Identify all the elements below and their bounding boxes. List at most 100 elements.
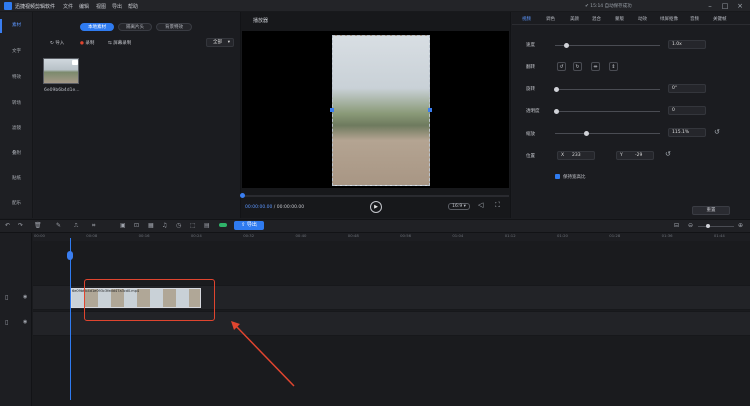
aspect-ratio-select[interactable]: 16:9 ▾ xyxy=(448,203,470,210)
mosaic-icon[interactable]: ▦ xyxy=(148,222,154,229)
tab-mask[interactable]: 蒙版 xyxy=(615,16,624,22)
chevron-down-icon: ▾ xyxy=(227,40,230,45)
speed-input[interactable]: 1.0x xyxy=(668,40,706,49)
position-x-input[interactable]: X 233 xyxy=(557,151,595,160)
undo-icon[interactable]: ↶ xyxy=(5,222,10,229)
opacity-knob[interactable] xyxy=(554,109,559,114)
speed-icon[interactable]: ⊡ xyxy=(134,222,139,229)
scale-input[interactable]: 115.1% xyxy=(668,128,706,137)
track-visible-icon[interactable]: ◉ xyxy=(23,294,27,300)
speed-knob[interactable] xyxy=(564,43,569,48)
flip-horizontal-icon[interactable]: ⇹ xyxy=(591,62,600,71)
opacity-input[interactable]: 0 xyxy=(668,106,706,115)
screen-record-button[interactable]: ⇆ 屏幕录制 xyxy=(108,40,131,46)
position-y-input[interactable]: Y -29 xyxy=(616,151,654,160)
nav-overlay[interactable]: 叠附 xyxy=(0,150,33,156)
nav-filter[interactable]: 滤镜 xyxy=(0,125,33,131)
zoom-in-icon[interactable]: ⊕ xyxy=(738,222,743,229)
maximize-icon[interactable]: □ xyxy=(720,1,730,11)
tab-background[interactable]: 背景特效 xyxy=(156,23,192,31)
tab-keyframe[interactable]: 关键帧 xyxy=(713,16,727,22)
flip-vertical-icon[interactable]: ⇕ xyxy=(609,62,618,71)
filter-select[interactable]: 全部 ▾ xyxy=(206,38,234,47)
track-lock-icon-2[interactable]: ▯ xyxy=(5,319,8,326)
rotate-knob[interactable] xyxy=(554,87,559,92)
media-panel: 本地素材 隔离片头 背景特效 ↻ 导入 ● 录制 ⇆ 屏幕录制 全部 ▾ xyxy=(34,12,240,218)
ruler-tick: 00:40 xyxy=(295,233,307,238)
edit-icon[interactable]: ✎ xyxy=(56,222,61,229)
rotate-input[interactable]: 0° xyxy=(668,84,706,93)
tab-local-material[interactable]: 本地素材 xyxy=(80,23,114,31)
tab-video[interactable]: 视频 xyxy=(522,16,531,22)
minimize-icon[interactable]: – xyxy=(705,1,715,11)
fit-icon[interactable]: ⊟ xyxy=(674,222,679,229)
nav-text[interactable]: 文字 xyxy=(0,48,33,54)
speed-slider[interactable] xyxy=(555,45,660,46)
photo-icon[interactable]: ▤ xyxy=(204,222,210,229)
reset-scale-icon[interactable]: ↺ xyxy=(714,128,720,136)
crop-icon[interactable]: ⌗ xyxy=(92,222,95,230)
resize-handle-left[interactable] xyxy=(330,108,334,112)
preview-video-frame[interactable] xyxy=(332,35,430,186)
tab-audio[interactable]: 音频 xyxy=(690,16,699,22)
nav-music[interactable]: 配乐 xyxy=(0,200,33,206)
menu-help[interactable]: 帮助 xyxy=(128,3,138,10)
autosave-status: ✔ 15:14 自动保存成功 xyxy=(585,4,632,9)
ruler-tick: 00:56 xyxy=(400,233,412,238)
fullscreen-icon[interactable]: ⛶ xyxy=(495,201,500,210)
scale-knob[interactable] xyxy=(584,131,589,136)
track-visible-icon-2[interactable]: ◉ xyxy=(23,319,27,325)
nav-material[interactable]: 素材 xyxy=(0,22,33,28)
tab-blend[interactable]: 混合 xyxy=(592,16,601,22)
total-time: 00:00:00.00 xyxy=(276,205,305,210)
zoom-slider[interactable] xyxy=(698,226,734,227)
progress-knob[interactable] xyxy=(240,193,245,198)
split-icon[interactable]: ⎍ xyxy=(74,222,78,230)
tab-greenscreen[interactable]: 绿屏抠像 xyxy=(660,16,678,22)
progress-track[interactable] xyxy=(242,195,509,197)
tab-intro[interactable]: 隔离片头 xyxy=(118,23,152,31)
reset-button[interactable]: 重置 xyxy=(692,206,730,215)
delete-icon[interactable]: 🗑 xyxy=(34,222,42,229)
nav-effects[interactable]: 特效 xyxy=(0,74,33,80)
record-button[interactable]: ● 录制 xyxy=(80,40,94,46)
media-filename: 6e09b6b4d1e... xyxy=(44,88,80,93)
keep-ratio-checkbox[interactable] xyxy=(555,174,560,179)
reset-position-icon[interactable]: ↺ xyxy=(665,150,671,158)
close-icon[interactable]: × xyxy=(735,1,745,11)
ruler-tick: 01:20 xyxy=(557,233,568,238)
opacity-slider[interactable] xyxy=(555,111,660,112)
menu-view[interactable]: 视图 xyxy=(96,3,106,10)
zoom-out-icon[interactable]: ⊖ xyxy=(688,222,693,229)
menu-edit[interactable]: 编辑 xyxy=(79,3,89,10)
redo-icon[interactable]: ↷ xyxy=(18,222,23,229)
scene-icon[interactable]: ⬚ xyxy=(190,222,196,229)
play-button[interactable]: ▶ xyxy=(370,201,382,213)
menu-export[interactable]: 导出 xyxy=(112,3,122,10)
rotate-left-icon[interactable]: ↺ xyxy=(557,62,566,71)
freeze-icon[interactable]: ▣ xyxy=(120,222,126,229)
position-label: 位置 xyxy=(526,154,535,159)
playhead[interactable] xyxy=(70,238,71,400)
mic-icon[interactable]: ♫ xyxy=(162,222,167,229)
zoom-knob[interactable] xyxy=(706,224,710,228)
tab-motion[interactable]: 动效 xyxy=(638,16,647,22)
nav-sticker[interactable]: 贴纸 xyxy=(0,175,33,181)
menu-file[interactable]: 文件 xyxy=(63,3,73,10)
export-button[interactable]: ⇪ 导出 xyxy=(234,221,264,230)
resize-handle-right[interactable] xyxy=(428,108,432,112)
import-button[interactable]: ↻ 导入 xyxy=(50,40,64,46)
tab-color[interactable]: 调色 xyxy=(546,16,555,22)
opacity-label: 透明度 xyxy=(526,109,540,114)
playhead-knob[interactable] xyxy=(67,251,73,260)
rotate-right-icon[interactable]: ↻ xyxy=(573,62,582,71)
nav-transition[interactable]: 转场 xyxy=(0,100,33,106)
ruler-tick: 01:44 xyxy=(713,233,725,238)
volume-icon[interactable]: ◁ xyxy=(478,201,483,209)
toggle-icon[interactable] xyxy=(219,223,227,227)
rotate-slider[interactable] xyxy=(555,89,660,90)
scale-slider[interactable] xyxy=(555,133,660,134)
tab-beauty[interactable]: 美颜 xyxy=(570,16,579,22)
track-lock-icon[interactable]: ▯ xyxy=(5,294,8,301)
clock-icon[interactable]: ◷ xyxy=(176,222,181,229)
